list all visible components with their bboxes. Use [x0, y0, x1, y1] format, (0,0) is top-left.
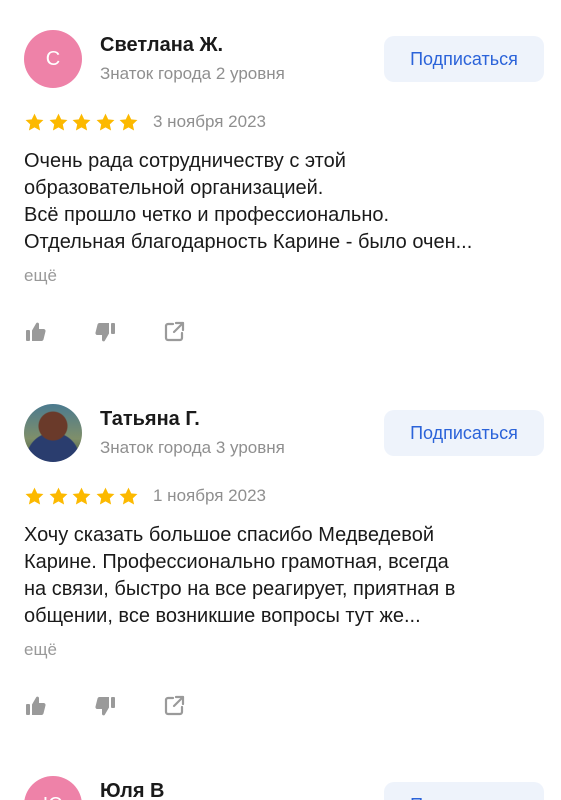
reviews-page: С Светлана Ж. Знаток города 2 уровня Под…	[0, 0, 561, 800]
thumbs-down-icon[interactable]	[93, 694, 117, 718]
expand-review-link[interactable]: ещё	[24, 266, 57, 286]
avatar[interactable]: Ю	[24, 776, 82, 800]
review-actions	[24, 320, 231, 344]
expand-review-link[interactable]: ещё	[24, 640, 57, 660]
author-name[interactable]: Светлана Ж.	[100, 34, 223, 57]
star-rating	[24, 486, 139, 507]
rating-row: 1 ноября 2023	[24, 482, 266, 510]
thumbs-down-icon[interactable]	[93, 320, 117, 344]
thumbs-up-icon[interactable]	[24, 694, 48, 718]
review-text: Хочу сказать большое спасибо Медведевой …	[24, 524, 456, 627]
star-icon	[48, 486, 69, 507]
star-icon	[95, 486, 116, 507]
share-icon[interactable]	[162, 694, 186, 718]
star-icon	[118, 112, 139, 133]
star-icon	[24, 486, 45, 507]
star-icon	[48, 112, 69, 133]
author-name[interactable]: Татьяна Г.	[100, 408, 200, 431]
star-icon	[95, 112, 116, 133]
rating-row: 3 ноября 2023	[24, 108, 266, 136]
thumbs-up-icon[interactable]	[24, 320, 48, 344]
review-text: Очень рада сотрудничеству с этой образов…	[24, 150, 473, 253]
review-actions	[24, 694, 231, 718]
avatar[interactable]: С	[24, 30, 82, 88]
star-icon	[118, 486, 139, 507]
review-date: 1 ноября 2023	[153, 486, 266, 505]
author-level: Знаток города 3 уровня	[100, 438, 285, 457]
review-date: 3 ноября 2023	[153, 112, 266, 131]
star-rating	[24, 112, 139, 133]
avatar[interactable]	[24, 404, 82, 462]
subscribe-button[interactable]: Подписаться	[384, 782, 544, 800]
star-icon	[24, 112, 45, 133]
star-icon	[71, 112, 92, 133]
star-icon	[71, 486, 92, 507]
subscribe-button[interactable]: Подписаться	[384, 36, 544, 82]
author-level: Знаток города 2 уровня	[100, 64, 285, 83]
subscribe-button[interactable]: Подписаться	[384, 410, 544, 456]
share-icon[interactable]	[162, 320, 186, 344]
author-name[interactable]: Юля В	[100, 780, 165, 800]
